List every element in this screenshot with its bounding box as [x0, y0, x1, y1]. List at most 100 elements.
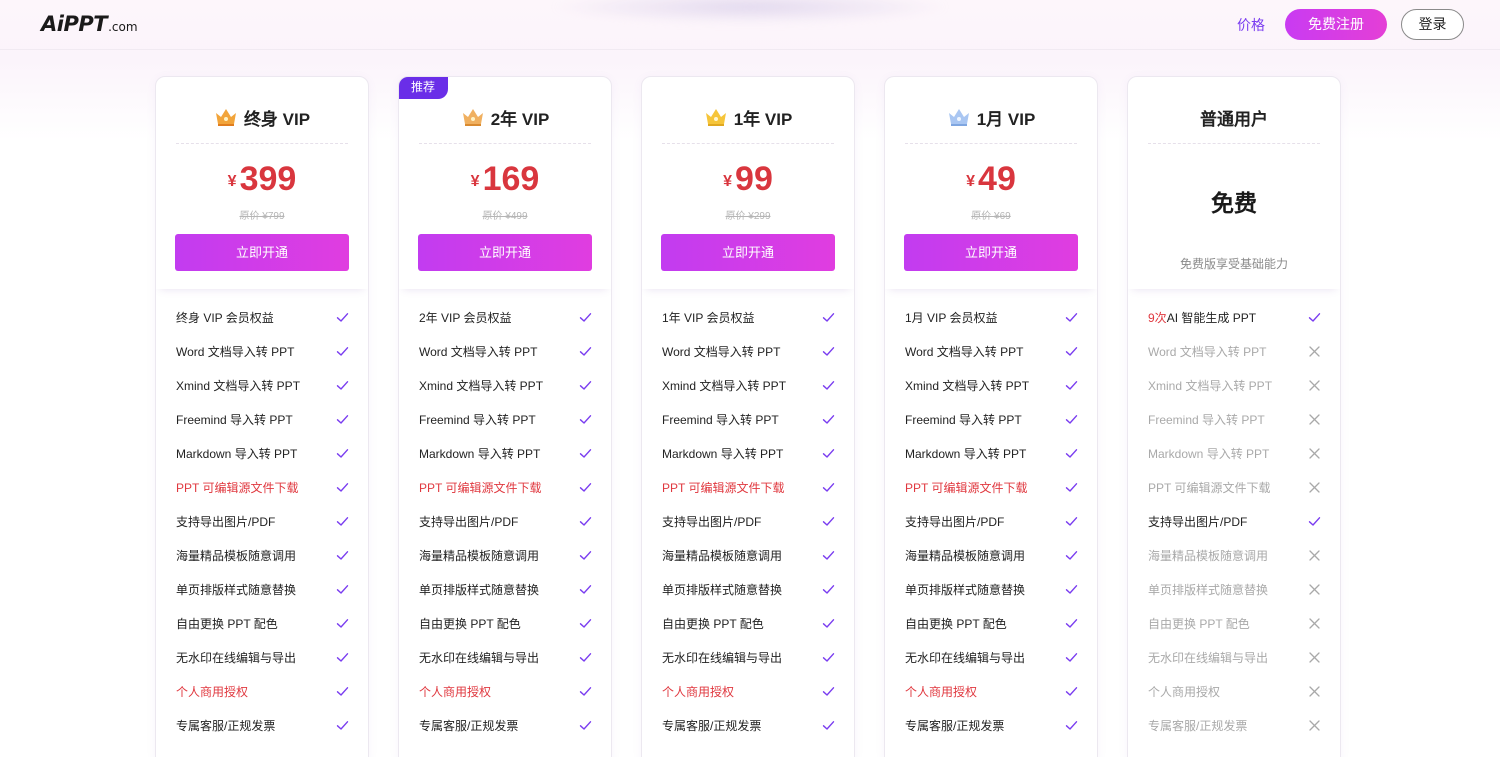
activate-button[interactable]: 立即开通 — [661, 234, 835, 271]
check-icon — [822, 515, 835, 528]
feature-label: 无水印在线编辑与导出 — [662, 649, 782, 666]
feature-text: 个人商用授权 — [1148, 684, 1221, 699]
feature-row: 无水印在线编辑与导出 — [642, 640, 854, 674]
check-icon — [822, 413, 835, 426]
nav-price-link[interactable]: 价格 — [1237, 15, 1265, 35]
feature-row: Markdown 导入转 PPT — [642, 436, 854, 470]
plan-title: 1月 VIP — [885, 104, 1097, 130]
feature-label: Markdown 导入转 PPT — [905, 445, 1026, 462]
check-icon — [579, 413, 592, 426]
feature-label: 专属客服/正规发票 — [1148, 717, 1247, 734]
feature-text: 海量精品模板随意调用 — [905, 548, 1026, 563]
check-icon — [579, 549, 592, 562]
pricing-page: AiPPT .com 价格 免费注册 登录 终身 VIP ¥399 原价 ¥79… — [0, 0, 1500, 757]
feature-text: 海量精品模板随意调用 — [1148, 548, 1269, 563]
feature-label: 单页排版样式随意替换 — [176, 581, 296, 598]
crown-yellow-icon — [704, 107, 728, 127]
feature-row: PPT 可编辑源文件下载 — [399, 470, 611, 504]
feature-text: PPT 可编辑源文件下载 — [905, 480, 1028, 495]
feature-row: PPT 可编辑源文件下载 — [1128, 470, 1340, 504]
site-logo[interactable]: AiPPT .com — [41, 12, 138, 38]
feature-text: Xmind 文档导入转 PPT — [176, 378, 301, 393]
feature-row: 单页排版样式随意替换 — [156, 572, 368, 606]
feature-label: Freemind 导入转 PPT — [662, 411, 779, 428]
feature-label: 海量精品模板随意调用 — [1148, 547, 1268, 564]
feature-text: Freemind 导入转 PPT — [662, 412, 779, 427]
check-icon — [822, 311, 835, 324]
divider — [176, 143, 348, 144]
feature-label: 支持导出图片/PDF — [176, 513, 275, 530]
register-button[interactable]: 免费注册 — [1285, 9, 1387, 40]
free-price-label: 免费 — [1211, 190, 1257, 216]
feature-text: Freemind 导入转 PPT — [1148, 412, 1265, 427]
feature-label: Xmind 文档导入转 PPT — [1148, 377, 1272, 394]
feature-row: 个人商用授权 — [1128, 674, 1340, 708]
check-icon — [822, 379, 835, 392]
feature-label: PPT 可编辑源文件下载 — [1148, 479, 1270, 496]
feature-row: Xmind 文档导入转 PPT — [642, 368, 854, 402]
plan-card-header: 1年 VIP ¥99 原价 ¥299 立即开通 — [642, 77, 854, 289]
feature-text: Freemind 导入转 PPT — [905, 412, 1022, 427]
feature-label: 无水印在线编辑与导出 — [905, 649, 1025, 666]
cross-icon — [1308, 651, 1321, 664]
plan-title-text: 1月 VIP — [976, 109, 1036, 129]
original-price: 原价 ¥499 — [482, 211, 528, 222]
activate-button[interactable]: 立即开通 — [418, 234, 592, 271]
feature-text: Word 文档导入转 PPT — [1148, 344, 1267, 359]
check-icon — [1065, 481, 1078, 494]
check-icon — [1065, 311, 1078, 324]
feature-row: Word 文档导入转 PPT — [399, 334, 611, 368]
feature-text: Xmind 文档导入转 PPT — [419, 378, 544, 393]
feature-text: 专属客服/正规发票 — [662, 718, 762, 733]
plan-title-text: 2年 VIP — [490, 109, 550, 129]
feature-row: 专属客服/正规发票 — [156, 708, 368, 742]
feature-text: 支持导出图片/PDF — [1148, 514, 1248, 529]
feature-text: 1月 VIP 会员权益 — [905, 310, 998, 325]
feature-text: 无水印在线编辑与导出 — [662, 650, 783, 665]
feature-count-prefix: 9次 — [1148, 310, 1167, 325]
original-price: 原价 ¥299 — [725, 211, 771, 222]
check-icon — [822, 549, 835, 562]
feature-text: 单页排版样式随意替换 — [662, 582, 783, 597]
feature-text: 专属客服/正规发票 — [1148, 718, 1248, 733]
activate-button[interactable]: 立即开通 — [175, 234, 349, 271]
feature-row: Markdown 导入转 PPT — [1128, 436, 1340, 470]
check-icon — [1065, 515, 1078, 528]
feature-row: Xmind 文档导入转 PPT — [399, 368, 611, 402]
plan-card-header: 1月 VIP ¥49 原价 ¥69 立即开通 — [885, 77, 1097, 289]
feature-label: 自由更换 PPT 配色 — [176, 615, 278, 632]
check-icon — [579, 311, 592, 324]
feature-row: 1月 VIP 会员权益 — [885, 300, 1097, 334]
crown-orange-icon — [214, 107, 238, 127]
feature-label: 1年 VIP 会员权益 — [662, 309, 754, 326]
feature-text: Markdown 导入转 PPT — [662, 446, 784, 461]
feature-text: 个人商用授权 — [905, 684, 978, 699]
price-value: 99 — [735, 160, 773, 198]
activate-button[interactable]: 立即开通 — [904, 234, 1078, 271]
plan-card-1-month: 1月 VIP ¥49 原价 ¥69 立即开通 1月 VIP 会员权益 Word 文… — [884, 76, 1098, 757]
feature-text: 单页排版样式随意替换 — [176, 582, 297, 597]
currency-symbol: ¥ — [470, 173, 480, 190]
feature-label: 单页排版样式随意替换 — [1148, 581, 1268, 598]
cross-icon — [1308, 447, 1321, 460]
feature-text: 支持导出图片/PDF — [176, 514, 276, 529]
feature-text: Markdown 导入转 PPT — [419, 446, 541, 461]
feature-row: 支持导出图片/PDF — [156, 504, 368, 538]
feature-text: 支持导出图片/PDF — [905, 514, 1005, 529]
feature-row: Word 文档导入转 PPT — [156, 334, 368, 368]
check-icon — [822, 719, 835, 732]
free-plan-description: 免费版享受基础能力 — [1179, 257, 1288, 271]
check-icon — [336, 481, 349, 494]
feature-label: Markdown 导入转 PPT — [662, 445, 783, 462]
original-price: 原价 ¥69 — [971, 211, 1011, 222]
plan-price: ¥49 — [885, 160, 1097, 200]
feature-text: 自由更换 PPT 配色 — [905, 616, 1007, 631]
logo-suffix-text: .com — [108, 20, 138, 34]
feature-row: 个人商用授权 — [156, 674, 368, 708]
feature-row: Xmind 文档导入转 PPT — [885, 368, 1097, 402]
check-icon — [336, 311, 349, 324]
login-button[interactable]: 登录 — [1401, 9, 1464, 40]
price-value: 399 — [239, 160, 297, 198]
top-header: AiPPT .com 价格 免费注册 登录 — [0, 0, 1500, 50]
check-icon — [822, 617, 835, 630]
